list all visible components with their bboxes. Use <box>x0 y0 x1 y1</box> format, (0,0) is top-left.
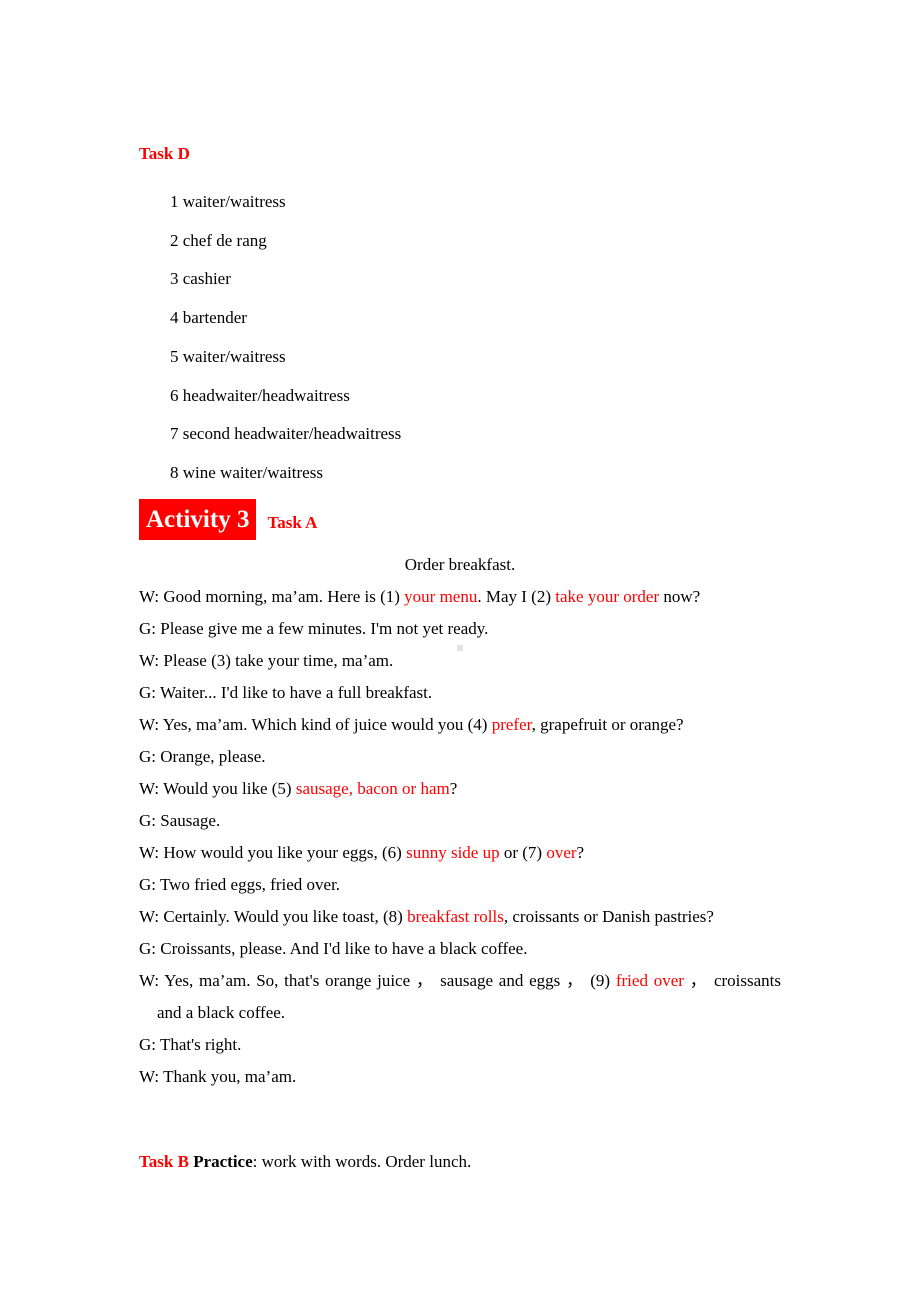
dialogue-line: W: How would you like your eggs, (6) sun… <box>139 837 781 869</box>
dialogue-block: Order breakfast. W: Good morning, ma’am.… <box>139 549 781 1093</box>
line-text: Good morning, ma’am. Here is (1) <box>163 587 405 606</box>
dialogue-line: W: Certainly. Would you like toast, (8) … <box>139 901 781 933</box>
speaker-label: G: <box>139 811 161 830</box>
speaker-label: G: <box>139 747 161 766</box>
line-text: Two fried eggs, fried over. <box>159 875 341 894</box>
speaker-label: G: <box>139 1035 160 1054</box>
line-text: or (7) <box>499 843 547 862</box>
task-b-practice-heading: Task B Practice: work with words. Order … <box>139 1153 471 1170</box>
stray-mark-artifact <box>457 645 463 651</box>
activity-badge: Activity 3 <box>139 499 257 540</box>
line-text: ? <box>449 779 458 798</box>
list-item: 1 waiter/waitress <box>170 192 286 211</box>
line-text: , croissants or Danish pastries? <box>503 907 714 926</box>
dialogue-line: G: Sausage. <box>139 805 781 837</box>
answer-text: your menu <box>404 587 478 606</box>
line-text: That's right. <box>159 1035 242 1054</box>
task-d-heading: Task D <box>139 144 190 163</box>
document-page: Task D 1 waiter/waitress 2 chef de rang … <box>0 0 920 1302</box>
speaker-label: G: <box>139 619 161 638</box>
line-text: Please give me a few minutes. I'm not ye… <box>160 619 489 638</box>
answer-text: prefer <box>491 715 532 734</box>
line-text: How would you like your eggs, (6) <box>163 843 407 862</box>
dialogue-line: G: Please give me a few minutes. I'm not… <box>139 613 781 645</box>
dialogue-line: W: Yes, ma’am. Which kind of juice would… <box>139 709 781 741</box>
dialogue-title: Order breakfast. <box>404 555 516 574</box>
list-item: 3 cashier <box>170 269 231 289</box>
activity-header: Activity 3 Task A <box>139 499 318 540</box>
dialogue-line: G: Two fried eggs, fried over. <box>139 869 781 901</box>
speaker-label: W: <box>139 651 164 670</box>
line-text: Yes, ma’am. Which kind of juice would yo… <box>162 715 492 734</box>
line-text: now? <box>659 587 701 606</box>
line-text: Thank you, ma’am. <box>163 1067 297 1086</box>
speaker-label: W: <box>139 1067 164 1086</box>
line-text: ? <box>576 843 585 862</box>
list-item: 6 headwaiter/headwaitress <box>170 385 350 405</box>
dialogue-line: G: Waiter... I'd like to have a full bre… <box>139 677 781 709</box>
dialogue-line: W: Thank you, ma’am. <box>139 1061 781 1093</box>
answer-text: fried over <box>615 971 684 990</box>
line-text: Would you like (5) <box>163 779 296 798</box>
line-text: , grapefruit or orange? <box>531 715 684 734</box>
line-text: Waiter... I'd like to have a full breakf… <box>159 683 433 702</box>
practice-label: Practice <box>193 1152 253 1171</box>
dialogue-line: G: Orange, please. <box>139 741 781 773</box>
speaker-label: W: <box>139 779 164 798</box>
speaker-label: W: <box>139 587 164 606</box>
answer-text: over <box>546 843 577 862</box>
line-text: Yes, ma’am. So, that's orange juice ， sa… <box>164 971 616 990</box>
task-b-label: Task B <box>139 1152 189 1171</box>
line-text: Please (3) take your time, ma’am. <box>163 651 394 670</box>
speaker-label: W: <box>139 971 165 990</box>
speaker-label: G: <box>139 939 161 958</box>
dialogue-line: G: Croissants, please. And I'd like to h… <box>139 933 781 965</box>
list-item: 5 waiter/waitress <box>170 346 286 366</box>
dialogue-line: W: Would you like (5) sausage, bacon or … <box>139 773 781 805</box>
list-item: 7 second headwaiter/headwaitress <box>170 424 402 444</box>
answer-text: breakfast rolls <box>407 907 504 926</box>
practice-description: : work with words. Order lunch. <box>252 1152 472 1171</box>
answer-text: sunny side up <box>406 843 500 862</box>
dialogue-line: W: Yes, ma’am. So, that's orange juice ，… <box>139 965 781 1029</box>
dialogue-line: G: That's right. <box>139 1029 781 1061</box>
line-text: Certainly. Would you like toast, (8) <box>163 907 408 926</box>
list-item: 4 bartender <box>170 308 247 328</box>
line-text: Croissants, please. And I'd like to have… <box>160 939 528 958</box>
activity-task-label: Task A <box>267 513 318 532</box>
line-text: Sausage. <box>160 811 221 830</box>
speaker-label: G: <box>139 875 160 894</box>
speaker-label: G: <box>139 683 160 702</box>
line-text: . May I (2) <box>477 587 556 606</box>
list-item: 8 wine waiter/waitress <box>170 462 323 482</box>
dialogue-line: W: Good morning, ma’am. Here is (1) your… <box>139 581 781 613</box>
speaker-label: W: <box>139 907 164 926</box>
answer-text: take your order <box>555 587 660 606</box>
speaker-label: W: <box>139 843 164 862</box>
answer-text: sausage, bacon or ham <box>295 779 450 798</box>
list-item: 2 chef de rang <box>170 230 267 250</box>
line-text: Orange, please. <box>160 747 266 766</box>
task-d-answer-list: 1 waiter/waitress 2 chef de rang 3 cashi… <box>170 183 770 493</box>
speaker-label: W: <box>139 715 163 734</box>
